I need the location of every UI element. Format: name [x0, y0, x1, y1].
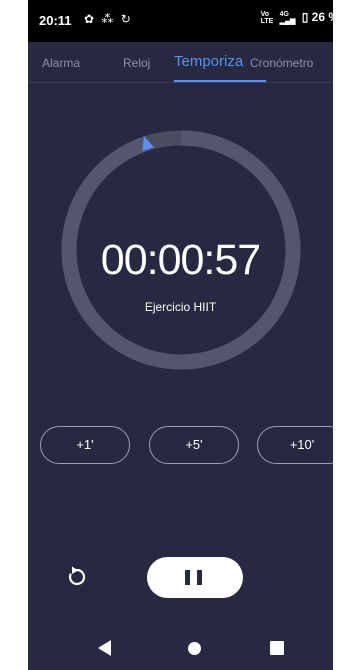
home-icon[interactable]: [188, 642, 201, 655]
add-5-minutes-button[interactable]: +5': [149, 426, 239, 464]
tab-reloj[interactable]: Reloj: [123, 56, 150, 70]
back-icon[interactable]: [98, 640, 112, 656]
tab-temporizador[interactable]: Temporiza: [174, 53, 250, 70]
tab-cronometro[interactable]: Cronómetro: [250, 56, 313, 70]
tab-alarma[interactable]: Alarma: [42, 56, 80, 70]
gear-icon: ✿: [84, 12, 97, 26]
tab-bar: Alarma Reloj Temporiza Cronómetro: [28, 42, 333, 83]
network-indicator: Vo LTE: [260, 10, 274, 25]
signal-icon: ▂▄▆: [279, 17, 296, 25]
status-time: 20:11: [39, 13, 72, 28]
notification-icons: ✿ ⁂ ↻: [84, 12, 133, 26]
reset-icon[interactable]: [66, 565, 88, 587]
active-tab-indicator: [174, 80, 266, 82]
add-1-minute-button[interactable]: +1': [40, 426, 130, 464]
recent-apps-icon[interactable]: [270, 641, 284, 655]
timer-display: 00:00:57: [100, 236, 261, 284]
mobile-data-indicator: 4G ▂▄▆: [279, 10, 296, 25]
status-right: Vo LTE 4G ▂▄▆ ▯ 26 %: [261, 10, 333, 25]
battery-icon: ▯: [301, 10, 309, 24]
phone-screen: 20:11 ✿ ⁂ ↻ Vo LTE 4G ▂▄▆ ▯ 26 % Alarma …: [28, 0, 333, 670]
battery-percent: 26 %: [311, 10, 333, 24]
timer-label: Ejercicio HIIT: [144, 300, 217, 314]
sync-icon: ↻: [120, 12, 133, 26]
navigation-bar: [28, 625, 333, 670]
add-10-minutes-button[interactable]: +10': [257, 426, 333, 464]
pause-button[interactable]: [147, 557, 243, 598]
status-bar: 20:11 ✿ ⁂ ↻ Vo LTE 4G ▂▄▆ ▯ 26 %: [28, 0, 333, 42]
fan-icon: ⁂: [101, 12, 116, 26]
